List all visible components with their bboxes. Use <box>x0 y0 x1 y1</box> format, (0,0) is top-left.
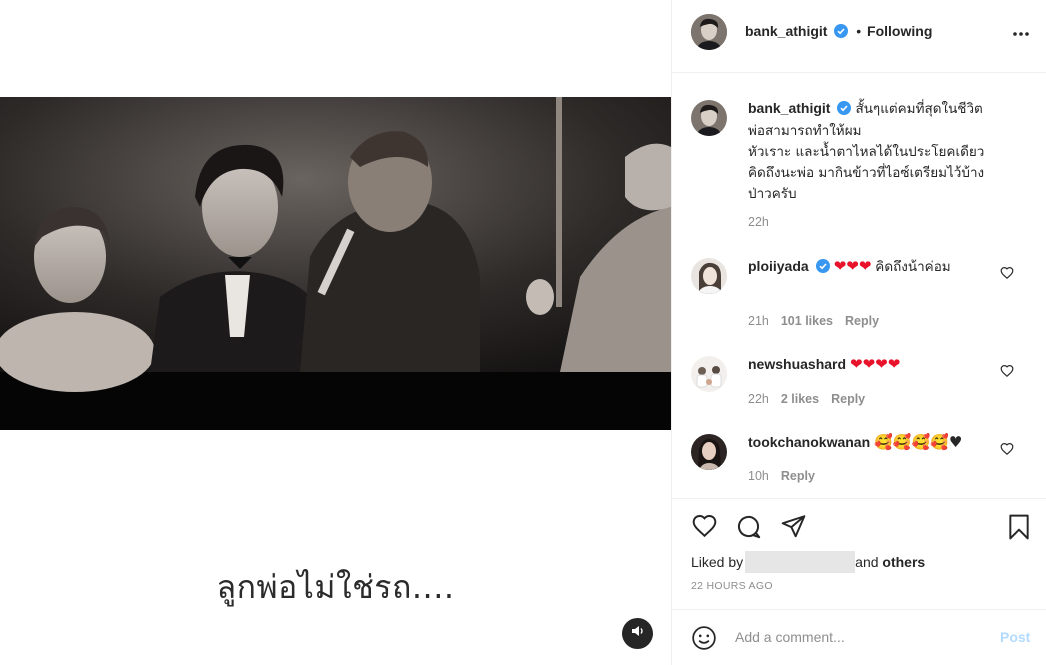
caption-username[interactable]: bank_athigit <box>748 100 830 116</box>
post-actions: Liked by and others 22 HOURS AGO <box>672 498 1046 608</box>
comment-emoji: 🥰🥰🥰🥰♥ <box>874 433 963 451</box>
video-still <box>0 97 671 430</box>
video-caption: ลูกพ่อไม่ใช่รถ.... <box>216 568 455 606</box>
comment-icon[interactable] <box>735 513 762 545</box>
comment-likes[interactable]: 2 likes <box>781 392 819 406</box>
owner-username[interactable]: bank_athigit <box>745 23 827 39</box>
mute-button[interactable] <box>622 618 653 649</box>
liked-by-label: Liked by <box>691 554 744 570</box>
more-options-icon[interactable] <box>1012 25 1030 48</box>
comment-username[interactable]: newshuashard <box>748 356 846 372</box>
post-header: bank_athigit • Following <box>672 0 1046 73</box>
emoji-icon[interactable] <box>691 625 717 656</box>
comment-emoji: ❤❤❤ <box>833 257 872 275</box>
commenter-avatar[interactable] <box>691 434 727 470</box>
reply-button[interactable]: Reply <box>831 392 865 406</box>
comment-like-icon[interactable] <box>1000 442 1014 461</box>
comment-likes[interactable]: 101 likes <box>781 314 833 328</box>
liked-by-user-redacted[interactable] <box>745 551 856 573</box>
comment-username[interactable]: ploiiyada <box>748 258 809 274</box>
reply-button[interactable]: Reply <box>781 469 815 483</box>
post-timestamp: 22 HOURS AGO <box>691 580 773 592</box>
commenter-avatar[interactable] <box>691 258 727 294</box>
owner-avatar[interactable] <box>691 14 727 50</box>
comment-time: 21h <box>748 314 769 328</box>
post-media[interactable]: ลูกพ่อไม่ใช่รถ.... <box>0 0 671 665</box>
post-caption: bank_athigit สั้นๆแต่คมที่สุดในชีวิต พ่อส… <box>672 98 1046 238</box>
comment-item: newshuashard ❤❤❤❤ 22h 2 likes Reply <box>672 354 1046 414</box>
following-button[interactable]: Following <box>867 23 932 39</box>
caption-line: คิดถึงนะพ่อ มากินข้าวที่ไอซ์เตรียมไว้บ้า… <box>748 165 985 181</box>
follow-separator: • <box>856 23 862 39</box>
comment-item: tookchanokwanan 🥰🥰🥰🥰♥ 10h Reply <box>672 432 1046 492</box>
reply-button[interactable]: Reply <box>845 314 879 328</box>
comment-username[interactable]: tookchanokwanan <box>748 434 870 450</box>
add-comment-bar: Post <box>672 609 1046 665</box>
heart-icon[interactable] <box>691 513 718 544</box>
speaker-icon <box>631 624 645 643</box>
verified-badge-icon <box>834 24 849 41</box>
caption-line: หัวเราะ และน้ำตาไหลได้ในประโยคเดียว <box>748 144 985 160</box>
commenter-avatar[interactable] <box>691 356 727 392</box>
post-comment-button[interactable]: Post <box>1000 629 1030 645</box>
comment-text: คิดถึงน้าค่อม <box>875 259 951 275</box>
comment-like-icon[interactable] <box>1000 364 1014 383</box>
share-icon[interactable] <box>780 513 807 544</box>
comment-item: ploiiyada ❤❤❤ คิดถึงน้าค่อม 21h 101 likes R… <box>672 256 1046 336</box>
post-side-panel: bank_athigit • Following bank_athigit สั… <box>671 0 1046 665</box>
caption-line: ป่าวครับ <box>748 186 797 202</box>
caption-line: พ่อสามารถทำให้ผม <box>748 123 862 139</box>
comment-emoji: ❤❤❤❤ <box>850 355 901 373</box>
add-comment-input[interactable] <box>735 625 975 649</box>
bookmark-icon[interactable] <box>1006 513 1032 546</box>
caption-line: สั้นๆแต่คมที่สุดในชีวิต <box>855 101 983 117</box>
liked-and: and <box>855 554 879 570</box>
owner-avatar[interactable] <box>691 100 727 136</box>
verified-badge-icon <box>837 100 852 120</box>
liked-others-link[interactable]: others <box>882 554 925 570</box>
comment-time: 10h <box>748 469 769 483</box>
caption-time: 22h <box>748 215 769 229</box>
comment-time: 22h <box>748 392 769 406</box>
video-frame[interactable] <box>0 97 671 430</box>
verified-badge-icon <box>815 258 830 278</box>
liked-by: Liked by and others <box>691 551 925 573</box>
comments-list[interactable]: bank_athigit สั้นๆแต่คมที่สุดในชีวิต พ่อส… <box>672 74 1046 498</box>
comment-like-icon[interactable] <box>1000 266 1014 285</box>
